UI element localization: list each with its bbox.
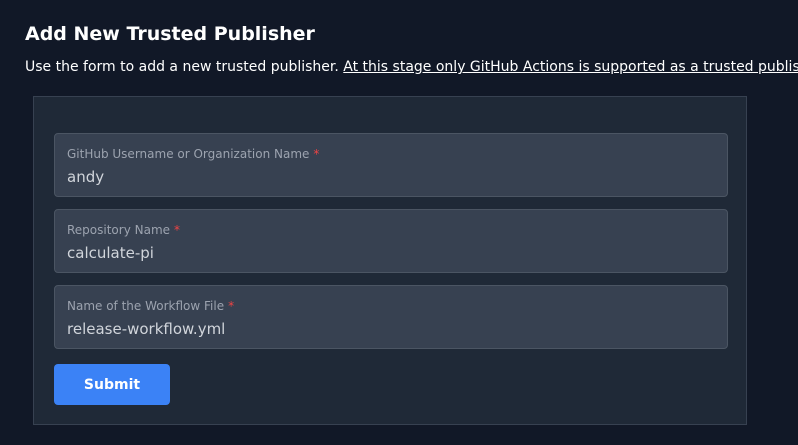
page-title: Add New Trusted Publisher xyxy=(25,23,315,45)
github-actions-notice-link[interactable]: At this stage only GitHub Actions is sup… xyxy=(343,59,798,75)
required-mark: * xyxy=(174,223,181,237)
github-username-field[interactable]: GitHub Username or Organization Name * xyxy=(54,133,728,197)
workflow-file-label-text: Name of the Workflow File xyxy=(67,299,225,313)
required-mark: * xyxy=(228,299,235,313)
page-description: Use the form to add a new trusted publis… xyxy=(25,57,798,77)
workflow-file-field[interactable]: Name of the Workflow File * xyxy=(54,285,728,349)
github-username-label-text: GitHub Username or Organization Name xyxy=(67,147,310,161)
workflow-file-label: Name of the Workflow File * xyxy=(67,298,234,314)
github-username-input[interactable] xyxy=(67,166,707,188)
github-username-label: GitHub Username or Organization Name * xyxy=(67,146,319,162)
repository-name-input[interactable] xyxy=(67,242,707,264)
submit-button[interactable]: Submit xyxy=(54,364,170,405)
trusted-publisher-form: GitHub Username or Organization Name* Re… xyxy=(33,96,747,425)
repository-name-field[interactable]: Repository Name * xyxy=(54,209,728,273)
workflow-file-input[interactable] xyxy=(67,318,707,340)
description-text: Use the form to add a new trusted publis… xyxy=(25,59,339,75)
required-mark: * xyxy=(313,147,320,161)
repository-name-label-text: Repository Name xyxy=(67,223,171,237)
repository-name-label: Repository Name * xyxy=(67,222,180,238)
